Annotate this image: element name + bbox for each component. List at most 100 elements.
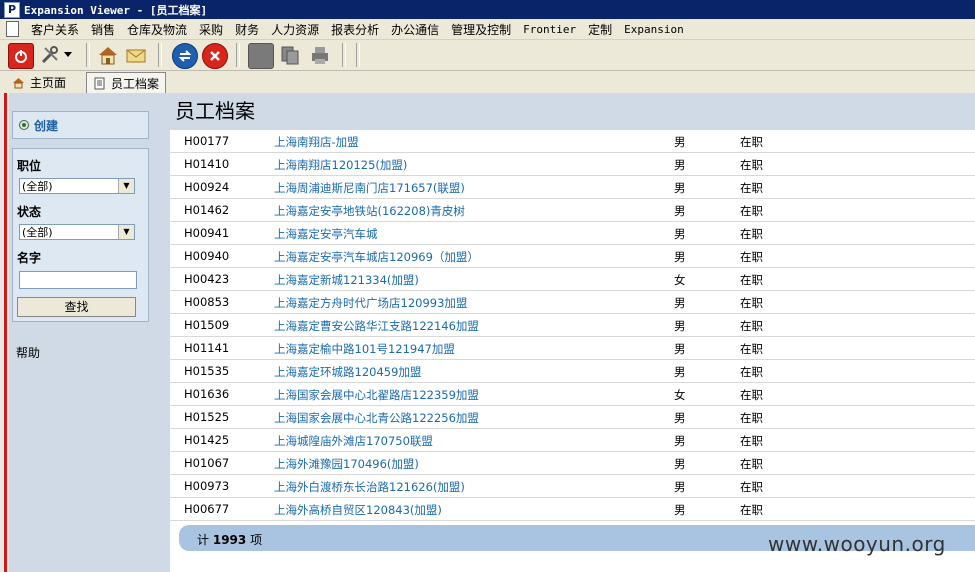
watermark: www.wooyun.org <box>768 532 946 556</box>
employee-code: H01636 <box>184 387 230 401</box>
menu-item-admin[interactable]: 管理及控制 <box>445 21 517 38</box>
status-label: 状态 <box>17 205 42 219</box>
menu-item-purchasing[interactable]: 采购 <box>193 21 229 38</box>
toolbar-separator <box>356 43 360 67</box>
employee-sex: 男 <box>674 411 686 425</box>
employee-name-link[interactable]: 上海城隍庙外滩店170750联盟 <box>274 433 433 449</box>
sidebar: 创建 职位 (全部) ▼ 状态 (全部) ▼ 名字 查找 帮助 <box>9 93 170 572</box>
employee-status: 在职 <box>740 273 763 287</box>
table-row: H01067 上海外滩豫园170496(加盟) 男 在职 <box>170 452 975 475</box>
employee-status: 在职 <box>740 342 763 356</box>
employee-code: H01525 <box>184 410 230 424</box>
menu-item-sales[interactable]: 销售 <box>85 21 121 38</box>
employee-status: 在职 <box>740 480 763 494</box>
printer-icon[interactable] <box>308 43 332 67</box>
tab-home[interactable]: 主页面 <box>6 72 72 92</box>
employee-name-link[interactable]: 上海嘉定曹安公路华江支路122146加盟 <box>274 318 479 334</box>
employee-name-link[interactable]: 上海嘉定安亭地铁站(162208)青皮树 <box>274 203 465 219</box>
record-count-suffix: 项 <box>250 533 263 547</box>
employee-status: 在职 <box>740 250 763 264</box>
mail-icon[interactable] <box>124 43 148 67</box>
menu-item-crm[interactable]: 客户关系 <box>25 21 85 38</box>
menu-item-finance[interactable]: 财务 <box>229 21 265 38</box>
employee-name-link[interactable]: 上海外高桥自贸区120843(加盟) <box>274 502 442 518</box>
position-select[interactable]: (全部) ▼ <box>19 178 135 194</box>
chevron-down-icon[interactable]: ▼ <box>118 179 134 193</box>
employee-code: H00924 <box>184 180 230 194</box>
filter-panel: 职位 (全部) ▼ 状态 (全部) ▼ 名字 查找 <box>12 148 149 322</box>
main-content: 员工档案 H00177 上海南翔店-加盟男在职 H01410 上海南翔店120125(… <box>170 93 975 572</box>
employee-code: H01067 <box>184 456 230 470</box>
menu-bar: 客户关系 销售 仓库及物流 采购 财务 人力资源 报表分析 办公通信 管理及控制… <box>0 19 975 40</box>
employee-code: H01141 <box>184 341 230 355</box>
table-row: H00677 上海外高桥自贸区120843(加盟) 男 在职 <box>170 498 975 521</box>
employee-name-link[interactable]: 上海南翔店-加盟 <box>274 134 359 150</box>
copy-icon[interactable] <box>278 43 302 67</box>
table-row: H01509 上海嘉定曹安公路华江支路122146加盟 男 在职 <box>170 314 975 337</box>
table-row: H01525 上海国家会展中心北青公路122256加盟 男 在职 <box>170 406 975 429</box>
tab-bar: 主页面 员工档案 <box>0 71 975 94</box>
name-input[interactable] <box>19 271 137 289</box>
table-row: H01141 上海嘉定榆中路101号121947加盟 男 在职 <box>170 337 975 360</box>
menu-item-frontier[interactable]: Frontier <box>517 23 582 36</box>
table-row: H00973 上海外白渡桥东长治路121626(加盟) 男 在职 <box>170 475 975 498</box>
record-count-value: 1993 <box>212 533 247 547</box>
employee-code: H01410 <box>184 157 230 171</box>
new-document-icon[interactable] <box>248 43 274 69</box>
employee-sex: 男 <box>674 250 686 264</box>
menu-item-expansion[interactable]: Expansion <box>618 23 690 36</box>
employee-name-link[interactable]: 上海周浦迪斯尼南门店171657(联盟) <box>274 180 465 196</box>
power-icon[interactable] <box>8 43 34 69</box>
employee-name-link[interactable]: 上海嘉定新城121334(加盟) <box>274 272 419 288</box>
employee-name-link[interactable]: 上海嘉定环城路120459加盟 <box>274 364 421 380</box>
employee-sex: 男 <box>674 158 686 172</box>
toolbar-separator <box>342 43 346 67</box>
close-icon[interactable] <box>202 43 228 69</box>
menu-item-office[interactable]: 办公通信 <box>385 21 445 38</box>
employee-code: H01462 <box>184 203 230 217</box>
menu-item-hr[interactable]: 人力资源 <box>265 21 325 38</box>
employee-code: H00853 <box>184 295 230 309</box>
employee-sex: 女 <box>674 273 686 287</box>
toolbar-separator <box>236 43 240 67</box>
tools-icon[interactable] <box>38 43 62 67</box>
employee-name-link[interactable]: 上海嘉定榆中路101号121947加盟 <box>274 341 455 357</box>
employee-name-link[interactable]: 上海外白渡桥东长治路121626(加盟) <box>274 479 465 495</box>
record-count-prefix: 计 <box>197 533 210 547</box>
employee-status: 在职 <box>740 181 763 195</box>
tab-employee-records[interactable]: 员工档案 <box>86 72 167 93</box>
employee-status: 在职 <box>740 319 763 333</box>
menu-item-warehouse[interactable]: 仓库及物流 <box>121 21 193 38</box>
chevron-down-icon[interactable] <box>62 43 74 67</box>
chevron-down-icon[interactable]: ▼ <box>118 225 134 239</box>
status-select-value: (全部) <box>22 226 53 239</box>
employee-name-link[interactable]: 上海嘉定安亭汽车城 <box>274 226 378 242</box>
menu-item-custom[interactable]: 定制 <box>582 21 618 38</box>
table-row: H01410 上海南翔店120125(加盟) 男 在职 <box>170 153 975 176</box>
status-select[interactable]: (全部) ▼ <box>19 224 135 240</box>
employee-status: 在职 <box>740 503 763 517</box>
employee-name-link[interactable]: 上海嘉定方舟时代广场店120993加盟 <box>274 295 467 311</box>
refresh-icon[interactable] <box>172 43 198 69</box>
create-button[interactable]: 创建 <box>12 111 149 139</box>
radio-dot-icon <box>19 120 29 130</box>
employee-status: 在职 <box>740 388 763 402</box>
toolbar-separator <box>86 43 90 67</box>
employee-sex: 男 <box>674 365 686 379</box>
employee-name-link[interactable]: 上海嘉定安亭汽车城店120969（加盟） <box>274 249 479 265</box>
employee-sex: 男 <box>674 181 686 195</box>
employee-name-link[interactable]: 上海南翔店120125(加盟) <box>274 157 407 173</box>
window-title: Expansion Viewer - [员工档案] <box>24 3 208 17</box>
help-link[interactable]: 帮助 <box>16 344 40 361</box>
employee-name-link[interactable]: 上海国家会展中心北青公路122256加盟 <box>274 410 479 426</box>
employee-name-link[interactable]: 上海外滩豫园170496(加盟) <box>274 456 419 472</box>
search-button[interactable]: 查找 <box>17 297 136 317</box>
menu-item-reports[interactable]: 报表分析 <box>325 21 385 38</box>
employee-sex: 男 <box>674 457 686 471</box>
table-row: H01535 上海嘉定环城路120459加盟 男 在职 <box>170 360 975 383</box>
home-icon[interactable] <box>96 43 120 67</box>
home-icon <box>12 76 25 89</box>
document-menu-icon[interactable] <box>6 21 19 37</box>
employee-name-link[interactable]: 上海国家会展中心北翟路店122359加盟 <box>274 387 479 403</box>
document-icon <box>93 77 106 90</box>
